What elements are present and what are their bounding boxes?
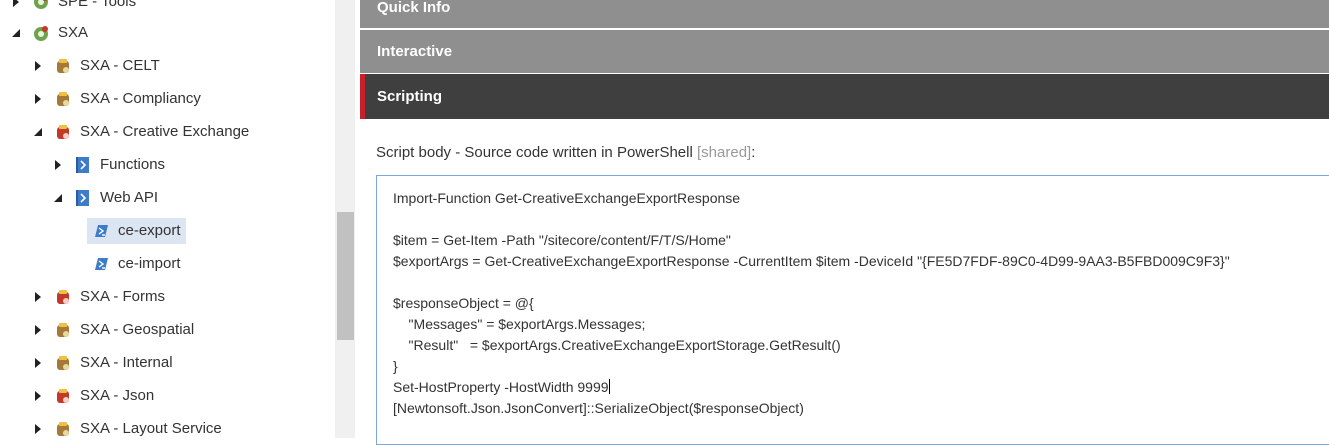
tree-item-label: SXA - Forms xyxy=(80,288,166,305)
tree-item-sxa[interactable]: SXA xyxy=(10,16,88,49)
field-label-text: Script body - Source code written in Pow… xyxy=(376,144,693,161)
tree-item-sxa-forms[interactable]: SXA - Forms xyxy=(32,280,165,313)
script-library-red-icon xyxy=(54,387,72,405)
script-body-editor[interactable]: Import-Function Get-CreativeExchangeExpo… xyxy=(376,175,1329,445)
collapse-arrow-icon[interactable] xyxy=(10,27,22,39)
content-editor-panel: Quick Info Interactive Scripting Script … xyxy=(360,0,1329,445)
expand-arrow-icon[interactable] xyxy=(32,324,44,336)
tree-item-label: ce-import xyxy=(118,255,181,272)
field-label-colon: : xyxy=(751,144,756,161)
section-scripting[interactable]: Scripting xyxy=(360,74,1329,119)
tree-item-label: SXA - Creative Exchange xyxy=(80,123,250,140)
tree-item-sxa-compliancy[interactable]: SXA - Compliancy xyxy=(32,82,201,115)
code-line-text: Set-HostProperty -HostWidth 9999 xyxy=(393,379,609,395)
powershell-folder-icon xyxy=(74,156,92,174)
section-title: Interactive xyxy=(377,43,453,60)
code-line: } xyxy=(393,358,398,374)
code-line: $exportArgs = Get-CreativeExchangeExport… xyxy=(393,253,1230,269)
powershell-script-icon xyxy=(92,222,110,240)
spe-gear-icon xyxy=(32,24,50,42)
script-library-red-icon xyxy=(54,123,72,141)
powershell-folder-icon xyxy=(74,189,92,207)
script-library-icon xyxy=(54,321,72,339)
expand-arrow-icon[interactable] xyxy=(32,357,44,369)
code-line: $responseObject = @{ xyxy=(393,295,534,311)
tree-item-label: SXA - Compliancy xyxy=(80,90,201,107)
tree-item-label: SXA xyxy=(58,24,89,41)
content-tree: SPE - Tools SXA SXA - CELT SXA - Complia… xyxy=(0,0,335,438)
tree-item-ce-export[interactable]: ce-export xyxy=(87,214,186,247)
section-quick-info[interactable]: Quick Info xyxy=(360,0,1329,28)
tree-item-sxa-celt[interactable]: SXA - CELT xyxy=(32,49,160,82)
code-line: "Messages" = $exportArgs.Messages; xyxy=(393,316,646,332)
collapse-arrow-icon[interactable] xyxy=(32,126,44,138)
tree-item-sxa-geospatial[interactable]: SXA - Geospatial xyxy=(32,313,194,346)
tree-item-sxa-creative-exchange[interactable]: SXA - Creative Exchange xyxy=(32,115,249,148)
code-line: "Result" = $exportArgs.CreativeExchangeE… xyxy=(393,337,841,353)
tree-item-sxa-json[interactable]: SXA - Json xyxy=(32,379,154,412)
tree-item-functions[interactable]: Functions xyxy=(52,148,165,181)
tree-item-label: Web API xyxy=(100,189,159,206)
tree-item-label: SXA - Geospatial xyxy=(80,321,195,338)
script-library-red-icon xyxy=(54,288,72,306)
expand-arrow-icon[interactable] xyxy=(32,93,44,105)
tree-item-label: SXA - Internal xyxy=(80,354,173,371)
tree-item-label: SPE - Tools xyxy=(58,0,137,10)
tree-item-sxa-layout-service[interactable]: SXA - Layout Service xyxy=(32,412,222,438)
shared-flag: [shared] xyxy=(697,144,752,161)
tree-item-web-api[interactable]: Web API xyxy=(52,181,158,214)
tree-item-label: SXA - Layout Service xyxy=(80,420,222,437)
script-library-icon xyxy=(54,354,72,372)
selection-highlight[interactable]: ce-export xyxy=(87,217,186,244)
tree-item-label: ce-export xyxy=(118,222,181,239)
script-library-icon xyxy=(54,57,72,75)
script-library-icon xyxy=(54,90,72,108)
spe-gear-icon xyxy=(32,0,50,11)
field-label-script-body: Script body - Source code written in Pow… xyxy=(376,144,755,161)
tree-item-label: SXA - Json xyxy=(80,387,155,404)
code-line: $item = Get-Item -Path "/sitecore/conten… xyxy=(393,232,731,248)
tree-item-label: SXA - CELT xyxy=(80,57,160,74)
expand-arrow-icon[interactable] xyxy=(52,159,64,171)
section-title: Quick Info xyxy=(377,0,451,16)
code-line-active: Set-HostProperty -HostWidth 9999 xyxy=(393,377,610,397)
script-library-icon xyxy=(54,420,72,438)
expand-arrow-icon[interactable] xyxy=(32,60,44,72)
code-line: Import-Function Get-CreativeExchangeExpo… xyxy=(393,190,741,206)
tree-item-ce-import[interactable]: ce-import xyxy=(92,247,181,280)
tree-item-sxa-internal[interactable]: SXA - Internal xyxy=(32,346,173,379)
expand-arrow-icon[interactable] xyxy=(32,390,44,402)
expand-arrow-icon[interactable] xyxy=(32,291,44,303)
tree-scrollbar-thumb[interactable] xyxy=(337,212,354,340)
collapse-arrow-icon[interactable] xyxy=(52,192,64,204)
section-title: Scripting xyxy=(377,88,443,105)
text-caret xyxy=(608,379,610,394)
tree-item-label: Functions xyxy=(100,156,166,173)
section-interactive[interactable]: Interactive xyxy=(360,30,1329,73)
expand-arrow-icon[interactable] xyxy=(10,0,22,8)
powershell-script-icon xyxy=(92,255,110,273)
expand-arrow-icon[interactable] xyxy=(32,423,44,435)
code-line: [Newtonsoft.Json.JsonConvert]::Serialize… xyxy=(393,400,804,416)
